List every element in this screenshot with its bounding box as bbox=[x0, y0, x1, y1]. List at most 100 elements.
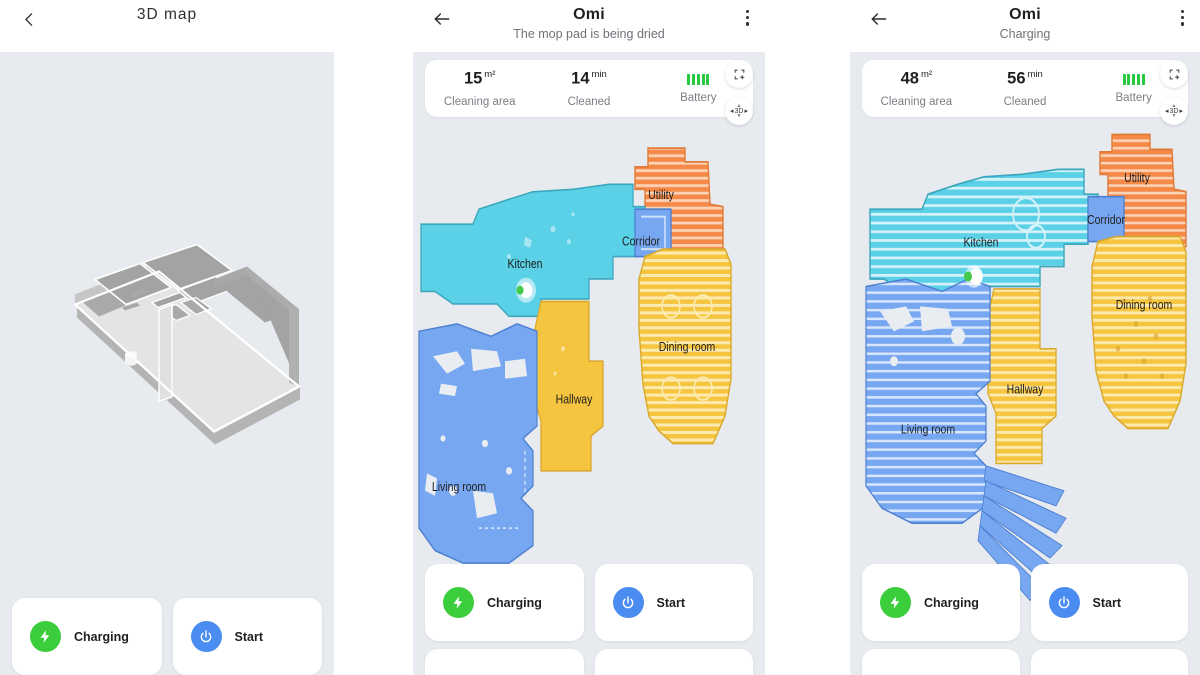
start-button[interactable]: Start bbox=[594, 564, 753, 641]
kebab-menu-icon[interactable] bbox=[745, 10, 749, 26]
action-bar-drying: Charging Start bbox=[413, 564, 765, 675]
cleaning-area-value: 48 bbox=[900, 69, 919, 88]
three-d-glyph: ▲ ◂ 3D ▸ ▼ bbox=[730, 103, 748, 119]
three-d-glyph: ▲ ◂ 3D ▸ ▼ bbox=[1165, 103, 1183, 119]
charging-bolt-icon bbox=[880, 587, 911, 618]
drying-body: 15 m² Cleaning area 14 min Cleaned Battery bbox=[413, 52, 765, 675]
add-map-icon[interactable] bbox=[1160, 60, 1188, 88]
action-row-next-partial bbox=[425, 649, 753, 675]
header-3d-map: 3D map bbox=[0, 0, 334, 52]
cleaned-value: 56 bbox=[1007, 69, 1026, 88]
kebab-menu-icon[interactable] bbox=[1180, 10, 1184, 26]
room-label-utility: Utility bbox=[648, 187, 674, 202]
start-button-label: Start bbox=[656, 595, 685, 610]
secondary-card-left[interactable] bbox=[862, 649, 1020, 675]
panel-charging: Omi Charging 48 m² Cleaning area 56 min Cl… bbox=[850, 0, 1200, 675]
header-title-wrap: Omi The mop pad is being dried bbox=[413, 4, 765, 41]
room-label-hallway: Hallway bbox=[1007, 381, 1044, 396]
power-icon bbox=[190, 621, 222, 652]
action-row: Charging Start bbox=[425, 564, 753, 641]
map-controls: ▲ ◂ 3D ▸ ▼ bbox=[725, 60, 753, 125]
charging-button[interactable]: Charging bbox=[12, 598, 162, 675]
room-label-kitchen: Kitchen bbox=[963, 234, 998, 249]
chevron-down-icon: ▼ bbox=[736, 112, 742, 119]
charging-button-label: Charging bbox=[924, 595, 979, 610]
action-bar-charging: Charging Start bbox=[850, 564, 1200, 675]
start-button[interactable]: Start bbox=[172, 598, 322, 675]
start-button-label: Start bbox=[234, 629, 263, 644]
device-status: Charging bbox=[999, 27, 1051, 41]
chevron-left-icon[interactable] bbox=[14, 4, 44, 34]
robot-position-marker bbox=[516, 277, 536, 303]
arrow-left-icon[interactable] bbox=[864, 4, 894, 34]
secondary-card-left[interactable] bbox=[425, 649, 584, 675]
header-charging: Omi Charging bbox=[850, 0, 1200, 52]
room-hallway-shape bbox=[987, 288, 1057, 465]
chevron-down-icon: ▼ bbox=[1171, 112, 1177, 119]
arrow-left-icon[interactable] bbox=[427, 4, 457, 34]
stat-cleaning-area: 15 m² Cleaning area bbox=[425, 69, 534, 107]
room-label-living-room: Living room bbox=[432, 479, 486, 494]
panel-gap-1 bbox=[334, 0, 413, 675]
panel-gap-2 bbox=[765, 0, 850, 675]
charging-body: 48 m² Cleaning area 56 min Cleaned Battery bbox=[850, 52, 1200, 675]
header-drying: Omi The mop pad is being dried bbox=[413, 0, 765, 52]
3d-map-body: Charging Start bbox=[0, 52, 334, 675]
map-controls: ▲ ◂ 3D ▸ ▼ bbox=[1160, 60, 1188, 125]
secondary-card-right[interactable] bbox=[594, 649, 753, 675]
secondary-card-right[interactable] bbox=[1030, 649, 1188, 675]
cleaned-unit: min bbox=[1027, 69, 1043, 81]
stats-card-wrap: 15 m² Cleaning area 14 min Cleaned Battery bbox=[413, 52, 765, 117]
page-title: 3D map bbox=[136, 6, 198, 23]
room-hallway-shape bbox=[534, 300, 604, 472]
room-label-corridor: Corridor bbox=[1087, 212, 1125, 227]
cleaned-label: Cleaned bbox=[1003, 95, 1047, 108]
device-name: Omi bbox=[1009, 6, 1041, 23]
device-name: Omi bbox=[573, 6, 605, 23]
room-label-dining-room: Dining room bbox=[1116, 297, 1173, 312]
three-d-toggle-icon[interactable]: ▲ ◂ 3D ▸ ▼ bbox=[1160, 97, 1188, 125]
charging-bolt-icon bbox=[443, 587, 474, 618]
charging-button-label: Charging bbox=[487, 595, 542, 610]
cleaned-label: Cleaned bbox=[567, 95, 611, 108]
action-row: Charging Start bbox=[12, 598, 322, 675]
power-icon bbox=[612, 587, 644, 618]
panel-mop-drying: Omi The mop pad is being dried 15 m² Clea… bbox=[413, 0, 765, 675]
action-bar-3d: Charging Start bbox=[0, 598, 334, 675]
cleaned-unit: min bbox=[591, 69, 607, 81]
room-label-corridor: Corridor bbox=[622, 233, 660, 248]
cleaning-area-label: Cleaning area bbox=[880, 95, 953, 108]
screenshot-root: 3D map Charging Start Omi The mop pad is… bbox=[0, 0, 1200, 675]
room-label-kitchen: Kitchen bbox=[507, 256, 542, 271]
stats-card: 48 m² Cleaning area 56 min Cleaned Battery bbox=[862, 60, 1188, 117]
room-living-shape bbox=[418, 323, 538, 564]
stats-card: 15 m² Cleaning area 14 min Cleaned Battery bbox=[425, 60, 753, 117]
stat-cleaning-area: 48 m² Cleaning area bbox=[862, 69, 971, 107]
room-living-shape bbox=[865, 278, 991, 524]
charging-button[interactable]: Charging bbox=[425, 564, 584, 641]
charging-button[interactable]: Charging bbox=[862, 564, 1020, 641]
stats-card-wrap: 48 m² Cleaning area 56 min Cleaned Battery bbox=[850, 52, 1200, 117]
room-label-dining-room: Dining room bbox=[659, 339, 716, 354]
room-label-utility: Utility bbox=[1124, 170, 1150, 185]
cleaning-area-label: Cleaning area bbox=[443, 95, 516, 108]
add-map-icon[interactable] bbox=[725, 60, 753, 88]
cleaning-area-unit: m² bbox=[484, 69, 496, 81]
three-d-toggle-icon[interactable]: ▲ ◂ 3D ▸ ▼ bbox=[725, 97, 753, 125]
room-dining-shape bbox=[1091, 235, 1187, 430]
3d-floorplan-svg bbox=[73, 243, 301, 445]
panel-3d-map: 3D map Charging Start bbox=[0, 0, 334, 675]
stat-cleaned-time: 14 min Cleaned bbox=[534, 69, 643, 107]
action-row: Charging Start bbox=[862, 564, 1188, 641]
room-label-hallway: Hallway bbox=[556, 391, 593, 406]
charging-button-label: Charging bbox=[74, 629, 129, 644]
start-button[interactable]: Start bbox=[1030, 564, 1188, 641]
power-icon bbox=[1048, 587, 1080, 618]
charging-bolt-icon bbox=[30, 621, 61, 652]
cleaning-area-value: 15 bbox=[463, 69, 483, 88]
header-title-wrap: 3D map bbox=[0, 4, 334, 24]
room-label-living-room: Living room bbox=[901, 421, 955, 436]
action-row-next-partial bbox=[862, 649, 1188, 675]
3d-map-canvas[interactable] bbox=[0, 52, 334, 675]
stat-cleaned-time: 56 min Cleaned bbox=[971, 69, 1080, 107]
